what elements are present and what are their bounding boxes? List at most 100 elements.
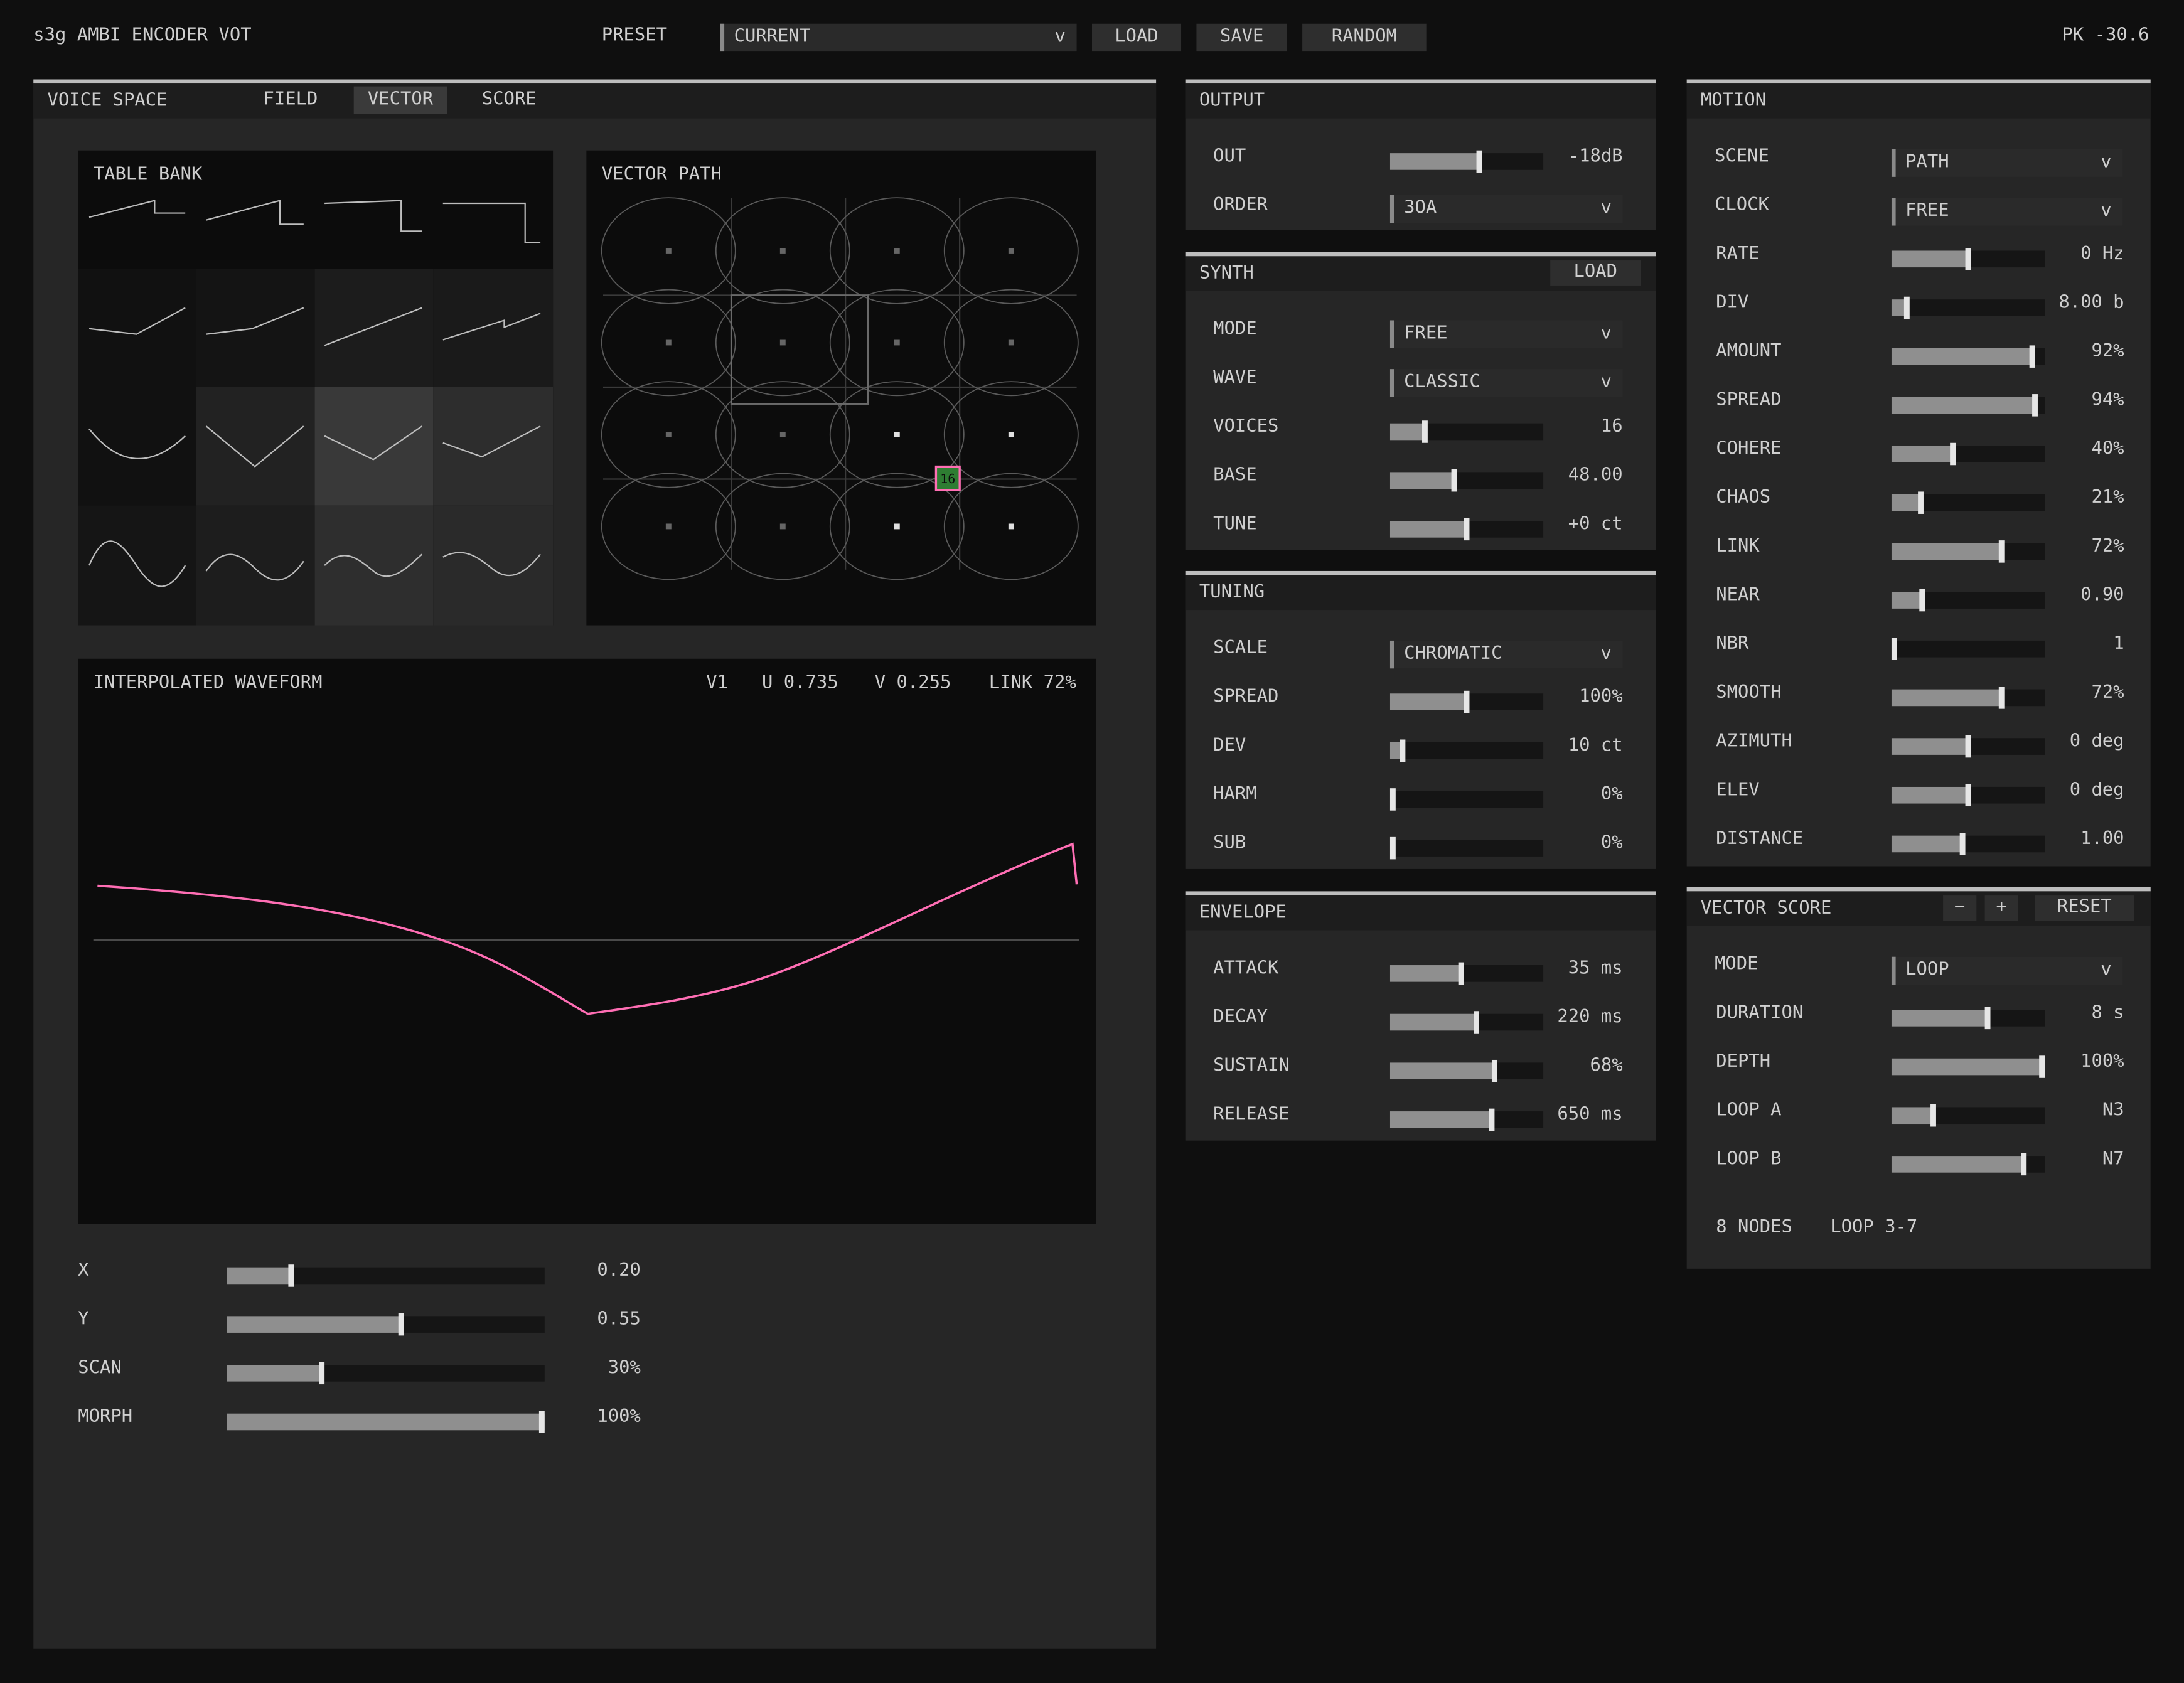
sub-slider-handle[interactable]	[1389, 836, 1396, 860]
table-cell[interactable]	[196, 387, 315, 506]
vector-node-point[interactable]	[779, 248, 786, 254]
nbr-slider-handle[interactable]	[1891, 638, 1897, 660]
sub-slider[interactable]	[1389, 836, 1544, 860]
x-slider-handle[interactable]	[287, 1264, 294, 1287]
sustain-slider[interactable]	[1389, 1059, 1544, 1082]
spread-slider-handle[interactable]	[2032, 394, 2038, 417]
table-cell[interactable]	[78, 269, 196, 387]
loop-a-slider[interactable]	[1891, 1104, 2045, 1127]
spread-slider[interactable]	[1389, 690, 1544, 713]
vector-node-point[interactable]	[665, 339, 672, 346]
out-slider[interactable]	[1389, 150, 1544, 173]
decay-slider-handle[interactable]	[1473, 1011, 1479, 1034]
loop-b-slider-handle[interactable]	[2020, 1153, 2026, 1176]
synth-wave-dropdown[interactable]: CLASSIC v	[1389, 369, 1623, 397]
cohere-slider-handle[interactable]	[1950, 442, 1956, 466]
duration-slider-handle[interactable]	[1985, 1007, 1991, 1030]
y-slider[interactable]	[227, 1313, 545, 1336]
release-slider-handle[interactable]	[1488, 1108, 1494, 1131]
morph-slider-handle[interactable]	[538, 1411, 545, 1433]
minus-button[interactable]: −	[1943, 895, 1977, 921]
harm-slider[interactable]	[1389, 788, 1544, 811]
reset-button[interactable]: RESET	[2035, 895, 2134, 921]
table-cell[interactable]	[314, 505, 434, 626]
voices-slider-handle[interactable]	[1422, 420, 1428, 443]
score-mode-dropdown[interactable]: LOOP v	[1891, 956, 2123, 985]
vector-node-point[interactable]	[779, 523, 786, 530]
plus-button[interactable]: +	[1984, 895, 2018, 921]
duration-slider[interactable]	[1891, 1007, 2045, 1030]
depth-slider-handle[interactable]	[2038, 1055, 2045, 1078]
order-dropdown[interactable]: 3OA v	[1389, 195, 1623, 223]
decay-slider[interactable]	[1389, 1011, 1544, 1034]
preset-random-button[interactable]: RANDOM	[1302, 23, 1427, 52]
attack-slider-handle[interactable]	[1457, 962, 1464, 985]
elev-slider-handle[interactable]	[1965, 784, 1971, 807]
release-slider[interactable]	[1389, 1108, 1544, 1131]
loop-b-slider[interactable]	[1891, 1153, 2045, 1176]
vector-node-point[interactable]	[1008, 339, 1014, 346]
spread-slider[interactable]	[1891, 394, 2045, 417]
sustain-slider-handle[interactable]	[1491, 1059, 1497, 1082]
cohere-slider[interactable]	[1891, 442, 2045, 466]
depth-slider[interactable]	[1891, 1055, 2045, 1078]
chaos-slider[interactable]	[1891, 491, 2045, 514]
tab-field[interactable]: FIELD	[249, 87, 331, 114]
nbr-slider[interactable]	[1891, 638, 2045, 660]
vector-node-point[interactable]	[665, 432, 672, 437]
spread-slider-handle[interactable]	[1464, 690, 1470, 713]
x-slider[interactable]	[227, 1264, 545, 1287]
base-slider-handle[interactable]	[1452, 469, 1457, 492]
amount-slider-handle[interactable]	[2030, 345, 2035, 368]
vector-node-point[interactable]	[894, 523, 900, 530]
div-slider-handle[interactable]	[1903, 296, 1910, 319]
smooth-slider-handle[interactable]	[1999, 687, 2005, 709]
vector-node-point[interactable]	[779, 432, 786, 437]
scale-dropdown[interactable]: CHROMATIC v	[1389, 640, 1623, 669]
vector-node-point[interactable]	[665, 523, 672, 530]
near-slider-handle[interactable]	[1919, 589, 1925, 612]
near-slider[interactable]	[1891, 589, 2045, 612]
link-slider-handle[interactable]	[1999, 540, 2005, 563]
vector-node-point[interactable]	[894, 432, 900, 437]
preset-save-button[interactable]: SAVE	[1196, 23, 1287, 52]
synth-load-button[interactable]: LOAD	[1550, 260, 1641, 286]
distance-slider-handle[interactable]	[1959, 833, 1965, 855]
rate-slider[interactable]	[1891, 248, 2045, 270]
clock-dropdown[interactable]: FREE v	[1891, 198, 2123, 226]
table-cell[interactable]	[314, 387, 434, 506]
dev-slider-handle[interactable]	[1400, 739, 1405, 762]
tune-slider-handle[interactable]	[1464, 518, 1470, 541]
harm-slider-handle[interactable]	[1389, 788, 1396, 811]
dev-slider[interactable]	[1389, 739, 1544, 762]
vector-node-point[interactable]	[894, 339, 900, 346]
scene-dropdown[interactable]: PATH v	[1891, 149, 2123, 177]
loop-a-slider-handle[interactable]	[1930, 1104, 1936, 1127]
vector-node-point[interactable]	[1008, 432, 1014, 437]
rate-slider-handle[interactable]	[1965, 248, 1971, 270]
vector-node-point[interactable]	[1008, 523, 1014, 530]
morph-slider[interactable]	[227, 1411, 545, 1433]
table-cell[interactable]	[196, 505, 315, 626]
attack-slider[interactable]	[1389, 962, 1544, 985]
azimuth-slider[interactable]	[1891, 735, 2045, 758]
table-cell[interactable]	[314, 269, 434, 387]
out-slider-handle[interactable]	[1476, 150, 1482, 173]
synth-mode-dropdown[interactable]: FREE v	[1389, 320, 1623, 348]
vector-node-point[interactable]	[1008, 248, 1014, 254]
div-slider[interactable]	[1891, 296, 2045, 319]
vector-node-point[interactable]	[665, 248, 672, 254]
preset-dropdown[interactable]: CURRENT v	[720, 23, 1077, 52]
scan-slider-handle[interactable]	[319, 1362, 325, 1385]
distance-slider[interactable]	[1891, 833, 2045, 855]
vector-node-point[interactable]	[779, 339, 786, 346]
vector-node-point[interactable]	[894, 248, 900, 254]
link-slider[interactable]	[1891, 540, 2045, 563]
tab-score[interactable]: SCORE	[468, 87, 550, 114]
smooth-slider[interactable]	[1891, 687, 2045, 709]
vector-path[interactable]: VECTOR PATH 16	[586, 150, 1096, 626]
y-slider-handle[interactable]	[399, 1313, 405, 1336]
tab-vector[interactable]: VECTOR	[353, 86, 447, 114]
tune-slider[interactable]	[1389, 518, 1544, 541]
amount-slider[interactable]	[1891, 345, 2045, 368]
